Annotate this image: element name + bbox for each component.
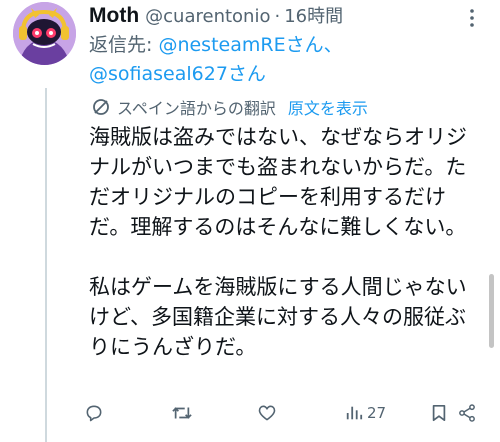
more-icon[interactable]: [460, 6, 484, 30]
share-icon: [459, 404, 475, 422]
mention-link-2[interactable]: @sofiaseal627さん: [89, 63, 266, 85]
like-icon: [258, 405, 276, 421]
tweet-timestamp[interactable]: 16時間: [284, 3, 343, 31]
translation-notice: スペイン語からの翻訳 原文を表示: [91, 95, 368, 119]
author-handle[interactable]: @cuarentonio: [145, 3, 270, 31]
reply-prefix: 返信先:: [89, 34, 159, 56]
bookmark-button[interactable]: [430, 399, 448, 427]
retweet-button[interactable]: [171, 399, 193, 427]
views-count: 27: [367, 404, 387, 422]
tweet-paragraph-1: 海賊版は盗みではない、なぜならオリジナルがいつまでも盗まれないからだ。ただオリジ…: [89, 125, 467, 239]
translate-icon: [93, 99, 109, 115]
views-icon: [346, 406, 363, 420]
show-original-link[interactable]: 原文を表示: [288, 95, 368, 119]
reply-to: 返信先: @nesteamREさん、 @sofiaseal627さん: [89, 31, 469, 89]
avatar[interactable]: [13, 2, 76, 65]
author-name[interactable]: Moth: [89, 2, 139, 30]
tweet-header: Moth @cuarentonio · 16時間: [89, 2, 460, 30]
action-bar: 27: [84, 399, 484, 427]
views-button[interactable]: 27: [345, 399, 386, 427]
tweet-paragraph-2: 私はゲームを海賊版にする人間じゃないけど、多国籍企業に対する人々の服従ぶりにうん…: [89, 275, 467, 359]
thread-line: [45, 88, 47, 442]
retweet-icon: [172, 407, 192, 419]
bookmark-icon: [432, 404, 446, 422]
like-button[interactable]: [257, 399, 277, 427]
mention-link-1[interactable]: @nesteamREさん、: [158, 34, 342, 56]
tweet-body: 海賊版は盗みではない、なぜならオリジナルがいつまでも盗まれないからだ。ただオリジ…: [89, 122, 484, 362]
avatar-image: [13, 2, 76, 65]
share-button[interactable]: [457, 399, 477, 427]
reply-icon: [86, 405, 102, 422]
reply-button[interactable]: [84, 399, 104, 427]
header-separator: ·: [274, 6, 281, 27]
scrollbar-thumb[interactable]: [489, 274, 494, 348]
translated-from-label: スペイン語からの翻訳: [117, 99, 276, 118]
